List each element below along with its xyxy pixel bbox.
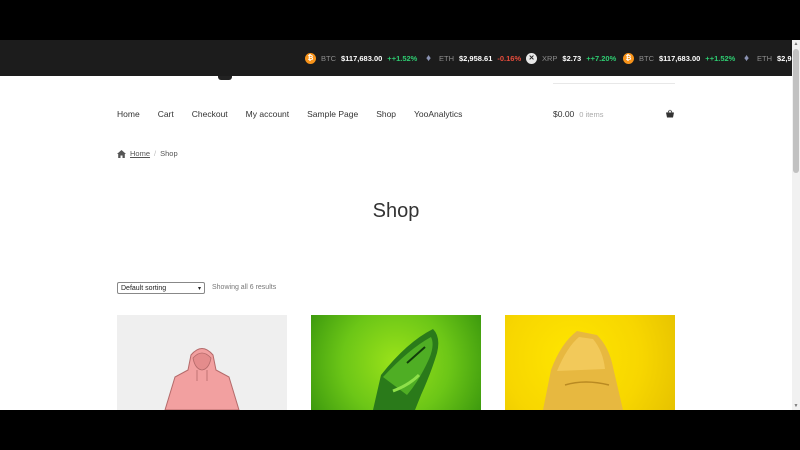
ticker-symbol: ETH — [439, 53, 454, 63]
chevron-down-icon: ▾ — [197, 285, 201, 292]
ticker-item: ₿ BTC $117,683.00 ++1.52% — [305, 40, 417, 76]
bitcoin-icon: ₿ — [623, 52, 634, 64]
scroll-up-arrow-icon[interactable]: ▲ — [792, 40, 800, 48]
nav-checkout[interactable]: Checkout — [192, 109, 228, 119]
ticker-item: ✕ XRP $2.73 ++7.20% — [526, 40, 616, 76]
ticker-item: ₿ BTC $117,683.00 ++1.52% — [623, 40, 735, 76]
ticker-change: ++1.52% — [705, 53, 736, 63]
header-search-underline — [553, 76, 675, 84]
ethereum-icon: ♦ — [743, 52, 750, 64]
nav-home[interactable]: Home — [117, 109, 140, 119]
scrollbar-thumb[interactable] — [793, 49, 799, 173]
ticker-price: $117,683.00 — [659, 53, 701, 63]
nav-shop[interactable]: Shop — [376, 109, 396, 119]
cart-item-count: 0 items — [579, 109, 604, 119]
browser-viewport: ₿ BTC $117,683.00 ++1.52% ♦ ETH $2,958.6… — [0, 40, 800, 410]
nav-sample-page[interactable]: Sample Page — [307, 109, 358, 119]
site-title-fragment — [218, 76, 232, 80]
header-cart[interactable]: $0.00 0 items — [553, 109, 675, 119]
nav-my-account[interactable]: My account — [246, 109, 289, 119]
nav-cart[interactable]: Cart — [158, 109, 174, 119]
ticker-price: $117,683.00 — [341, 53, 383, 63]
cart-amount: $0.00 — [553, 109, 575, 119]
result-count: Showing all 6 results — [212, 284, 277, 291]
ticker-change: -0.16% — [497, 53, 522, 63]
sorting-select[interactable]: Default sorting ▾ — [117, 282, 205, 294]
crypto-ticker: ₿ BTC $117,683.00 ++1.52% ♦ ETH $2,958.6… — [0, 40, 800, 76]
bitcoin-icon: ₿ — [305, 52, 316, 64]
home-icon — [117, 149, 126, 158]
breadcrumb-current: Shop — [160, 149, 178, 158]
breadcrumb: Home / Shop — [117, 149, 178, 158]
ticker-symbol: BTC — [639, 53, 654, 63]
ticker-symbol: ETH — [757, 53, 772, 63]
sorting-selected-value: Default sorting — [121, 284, 167, 292]
hoodie-image — [164, 348, 240, 410]
ticker-symbol: BTC — [321, 53, 336, 63]
green-sneaker-image — [373, 329, 439, 410]
ticker-price: $2,958.61 — [459, 53, 493, 63]
primary-navigation: Home Cart Checkout My account Sample Pag… — [117, 109, 480, 119]
ticker-price: $2.73 — [562, 53, 582, 63]
product-card-yellow-sneaker[interactable] — [505, 315, 675, 410]
product-card-green-sneaker[interactable] — [311, 315, 481, 410]
xrp-icon: ✕ — [526, 52, 537, 64]
ethereum-icon: ♦ — [425, 52, 432, 64]
scroll-down-arrow-icon[interactable]: ▼ — [792, 402, 800, 410]
page-title: Shop — [372, 200, 420, 222]
page-scrollbar[interactable]: ▲ ▼ — [792, 40, 800, 410]
breadcrumb-home-link[interactable]: Home — [130, 149, 150, 158]
ticker-item: ♦ ETH $2,958.61 -0.16% — [423, 40, 521, 76]
product-card-hoodie[interactable] — [117, 315, 287, 410]
basket-icon — [666, 109, 674, 118]
nav-yooanalytics[interactable]: YooAnalytics — [414, 109, 462, 119]
ticker-change: ++7.20% — [586, 53, 617, 63]
ticker-symbol: XRP — [542, 53, 558, 63]
yellow-sneaker-image — [543, 331, 623, 410]
breadcrumb-separator: / — [154, 149, 157, 158]
ticker-change: ++1.52% — [387, 53, 418, 63]
